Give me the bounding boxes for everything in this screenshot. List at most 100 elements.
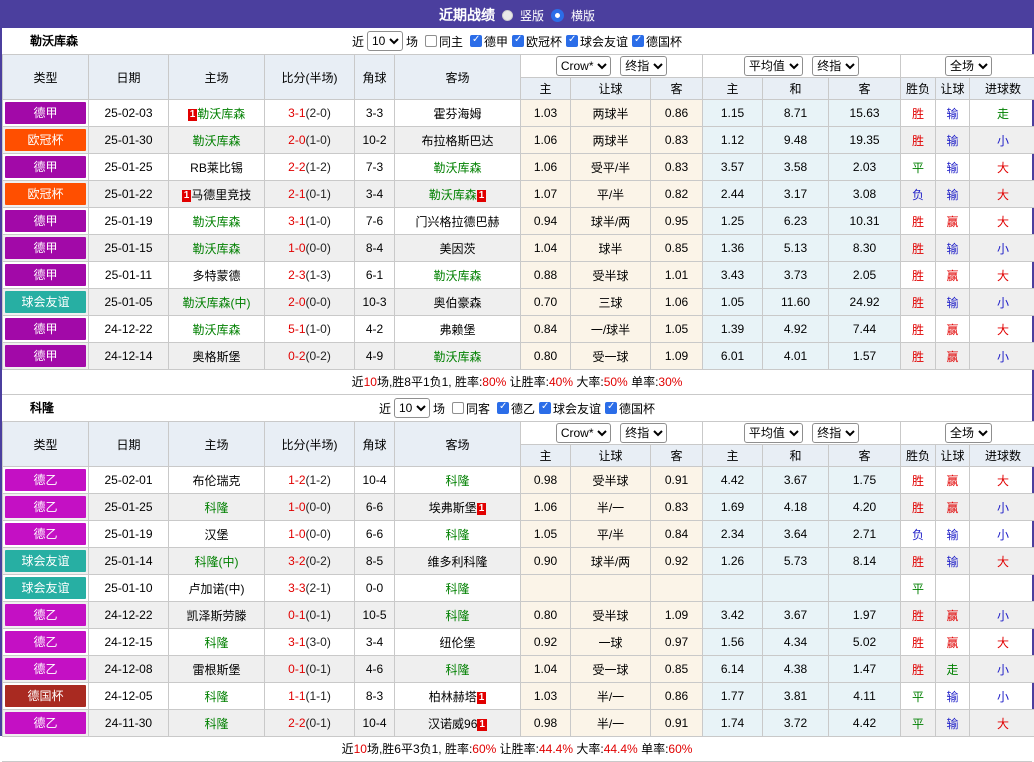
team-label: 科隆 — [445, 474, 469, 488]
red-card-badge: 1 — [477, 190, 487, 202]
average-stage-select[interactable]: 终指 — [812, 56, 859, 76]
away-team-cell: 霍芬海姆 — [395, 100, 521, 127]
team-label: 埃弗斯堡 — [429, 501, 477, 515]
home-odds-cell: 1.03 — [521, 100, 571, 127]
same-venue-checkbox[interactable] — [452, 402, 464, 414]
away-odds-cell: 0.85 — [651, 656, 703, 683]
full-score: 0-2 — [288, 349, 305, 363]
corners-cell: 6-1 — [355, 262, 395, 289]
goals-result-cell: 小 — [970, 521, 1034, 548]
league-filter: 德甲 — [470, 33, 508, 50]
home-odds-cell: 1.04 — [521, 656, 571, 683]
full-score: 1-0 — [288, 241, 305, 255]
avg-draw-cell: 4.92 — [763, 316, 829, 343]
team-label: 弗赖堡 — [439, 323, 475, 337]
goals-result-cell — [970, 575, 1034, 602]
bookmaker-select[interactable]: Crow* — [556, 56, 611, 76]
league-filter-label: 德乙 — [511, 400, 535, 417]
league-checkbox[interactable] — [497, 402, 509, 414]
home-odds-cell: 1.04 — [521, 235, 571, 262]
avg-home-cell: 1.25 — [703, 208, 763, 235]
odds-stage-select[interactable]: 终指 — [620, 423, 667, 443]
full-score: 1-0 — [288, 500, 305, 514]
half-score: (3-0) — [306, 635, 331, 649]
half-score: (0-2) — [306, 554, 331, 568]
match-count-select[interactable]: 10 — [367, 31, 403, 51]
avg-home-cell: 6.01 — [703, 343, 763, 370]
league-checkbox[interactable] — [470, 35, 482, 47]
handicap-result-cell: 输 — [936, 235, 970, 262]
handicap-result-cell: 赢 — [936, 467, 970, 494]
league-filter: 德乙 — [497, 400, 535, 417]
league-badge: 德甲 — [5, 318, 86, 340]
corners-cell: 7-6 — [355, 208, 395, 235]
col-header: 客 — [829, 445, 901, 467]
corners-cell: 10-4 — [355, 467, 395, 494]
league-cell: 球会友谊 — [3, 575, 89, 602]
league-checkbox[interactable] — [539, 402, 551, 414]
date-cell: 25-01-14 — [89, 548, 169, 575]
away-odds-cell: 1.09 — [651, 343, 703, 370]
avg-away-cell: 15.63 — [829, 100, 901, 127]
scope-header-cell: 全场 — [901, 55, 1034, 78]
half-score: (0-0) — [306, 527, 331, 541]
average-select[interactable]: 平均值 — [744, 56, 803, 76]
full-score: 3-1 — [288, 635, 305, 649]
summary-segment: 让胜率: — [506, 375, 549, 389]
handicap-cell: 一/球半 — [571, 316, 651, 343]
summary-segment: 40% — [549, 375, 573, 389]
match-row: 德国杯24-12-05科隆1-1(1-1)8-3柏林赫塔11.03半/一0.86… — [3, 683, 1034, 710]
summary-segment: 近 — [342, 742, 354, 756]
league-checkbox[interactable] — [632, 35, 644, 47]
col-header: 进球数 — [970, 445, 1034, 467]
scope-select[interactable]: 全场 — [945, 56, 992, 76]
half-score: (2-1) — [306, 581, 331, 595]
league-cell: 德甲 — [3, 154, 89, 181]
results-body: 德甲25-02-031勒沃库森3-1(2-0)3-3霍芬海姆1.03两球半0.8… — [3, 100, 1034, 370]
avg-draw-cell: 6.23 — [763, 208, 829, 235]
goals-result-cell: 小 — [970, 235, 1034, 262]
top-bar: 近期战绩 竖版 横版 — [2, 2, 1032, 28]
league-badge: 德乙 — [5, 523, 86, 545]
col-header: 角球 — [355, 55, 395, 100]
scope-select[interactable]: 全场 — [945, 423, 992, 443]
away-team-cell: 奥伯豪森 — [395, 289, 521, 316]
team-label: 霍芬海姆 — [433, 107, 481, 121]
average-stage-select[interactable]: 终指 — [812, 423, 859, 443]
team-label: 布拉格斯巴达 — [421, 134, 493, 148]
team-label: 勒沃库森 — [192, 323, 240, 337]
handicap-cell: 受一球 — [571, 656, 651, 683]
home-team-cell: 布伦瑞克 — [169, 467, 265, 494]
same-venue-checkbox[interactable] — [425, 35, 437, 47]
match-row: 德甲25-01-15勒沃库森1-0(0-0)8-4美因茨1.04球半0.851.… — [3, 235, 1034, 262]
horizontal-layout-label[interactable]: 横版 — [571, 7, 595, 24]
vertical-layout-radio[interactable] — [502, 10, 513, 21]
home-odds-cell: 0.80 — [521, 343, 571, 370]
corners-cell: 6-6 — [355, 494, 395, 521]
goals-result-cell: 大 — [970, 154, 1034, 181]
handicap-cell: 受半球 — [571, 602, 651, 629]
average-select[interactable]: 平均值 — [744, 423, 803, 443]
league-badge: 欧冠杯 — [5, 129, 86, 151]
sections: 勒沃库森 近 10 场 同主 德甲欧冠杯球会友谊德国杯 类 — [2, 28, 1032, 762]
match-count-select[interactable]: 10 — [394, 398, 430, 418]
league-badge: 德甲 — [5, 210, 86, 232]
vertical-layout-label[interactable]: 竖版 — [520, 7, 544, 24]
score-cell: 2-1(0-1) — [265, 181, 355, 208]
league-checkbox[interactable] — [566, 35, 578, 47]
away-odds-cell: 0.83 — [651, 494, 703, 521]
league-cell: 德甲 — [3, 316, 89, 343]
league-cell: 德甲 — [3, 235, 89, 262]
league-cell: 德乙 — [3, 629, 89, 656]
league-checkbox[interactable] — [512, 35, 524, 47]
full-score: 1-0 — [288, 527, 305, 541]
league-checkbox[interactable] — [605, 402, 617, 414]
bookmaker-header-cell: Crow* 终指 — [521, 55, 703, 78]
filter-row: 勒沃库森 近 10 场 同主 德甲欧冠杯球会友谊德国杯 — [2, 28, 1032, 54]
avg-home-cell: 1.26 — [703, 548, 763, 575]
team-label: 科隆 — [204, 501, 228, 515]
col-header: 胜负 — [901, 78, 936, 100]
horizontal-layout-radio[interactable] — [551, 9, 564, 22]
bookmaker-select[interactable]: Crow* — [556, 423, 611, 443]
odds-stage-select[interactable]: 终指 — [620, 56, 667, 76]
